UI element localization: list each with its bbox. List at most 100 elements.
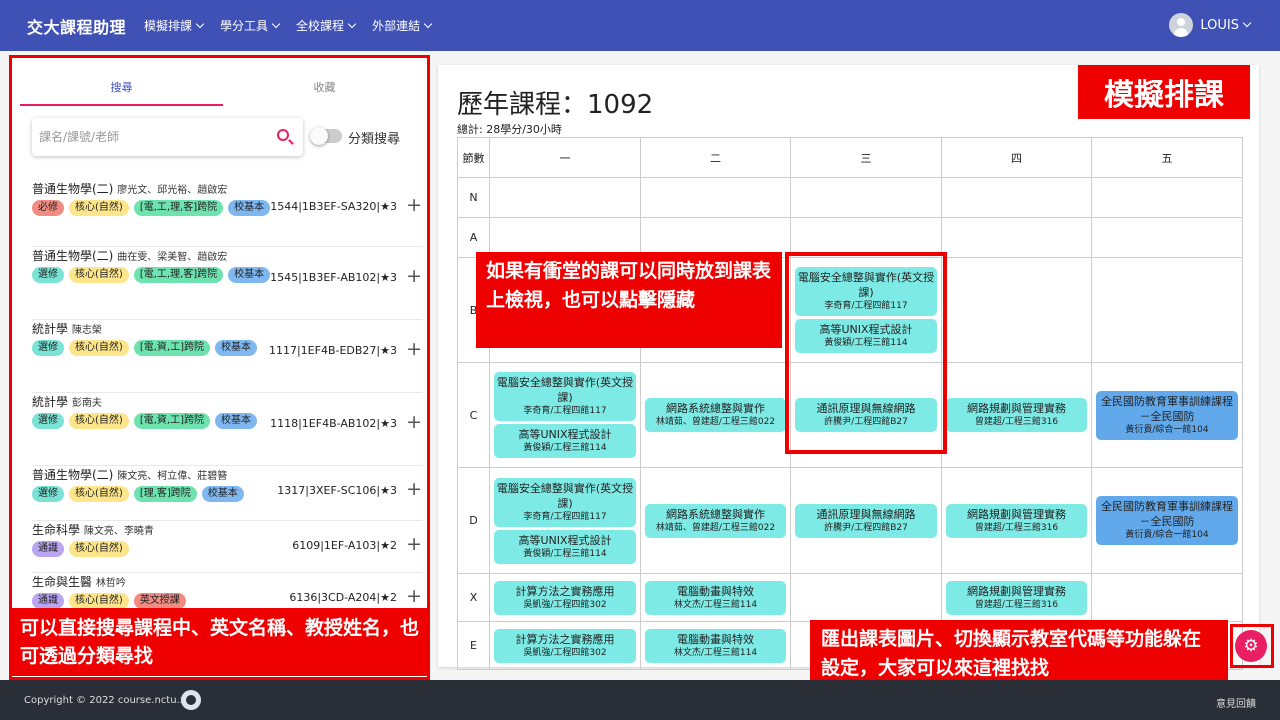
- course-block[interactable]: 通訊原理與無線網路 許騰尹/工程四館B27: [795, 503, 937, 538]
- course-teachers: 曲在雯、梁美智、趙啟宏: [117, 252, 228, 263]
- course-tags: 必修 核心(自然) [電,工,理,客]跨院 校基本: [32, 200, 282, 219]
- course-tag-chip: 核心(自然): [69, 267, 129, 283]
- course-list-item[interactable]: 普通生物學(二) 曲在雯、梁美智、趙啟宏 選修 核心(自然) [電,工,理,客]跨院校…: [32, 247, 422, 320]
- course-block-name: 高等UNIX程式設計: [518, 428, 612, 441]
- conflict-highlight-box: [785, 252, 947, 454]
- timetable-cell: 網路系統總整與實作 林靖茹、曾建超/工程三館022: [640, 467, 791, 574]
- course-teachers: 彭南夫: [71, 398, 102, 409]
- course-block-location: 曾建超/工程三館316: [974, 522, 1059, 533]
- course-teachers: 陳志榮: [71, 325, 102, 336]
- course-block-name: 網路系統總整與實作: [666, 402, 765, 415]
- callout-title: 模擬排課: [1078, 65, 1250, 119]
- course-tag-chip: 核心(自然): [69, 486, 129, 502]
- nav-item-0[interactable]: 模擬排課: [144, 17, 205, 34]
- schedule-title: 歷年課程：1092: [457, 90, 654, 120]
- timetable-cell: [941, 217, 1092, 258]
- course-block[interactable]: 電腦安全總整與實作(英文授課) 李奇育/工程四館117: [494, 477, 636, 527]
- course-tags: 選修 核心(自然) [電,資,工]跨院 校基本: [32, 413, 282, 432]
- search-icon[interactable]: [277, 129, 289, 141]
- course-block[interactable]: 網路規劃與管理實務 曾建超/工程三館316: [946, 503, 1087, 538]
- category-search-toggle[interactable]: [310, 127, 342, 145]
- add-course-icon[interactable]: +: [406, 413, 422, 432]
- course-block[interactable]: 電腦動畫與特效 林文杰/工程三館114: [645, 580, 786, 615]
- github-icon[interactable]: [181, 690, 201, 710]
- course-block[interactable]: 計算方法之實務應用 吳凱強/工程四館302: [494, 580, 636, 615]
- course-block-name: 網路規劃與管理實務: [967, 584, 1066, 598]
- course-block[interactable]: 電腦安全總整與實作(英文授課) 李奇育/工程四館117: [494, 372, 636, 421]
- period-header: 節數: [457, 137, 490, 178]
- course-code-info: 6136|3CD-A204|★2: [289, 591, 397, 604]
- course-list-item[interactable]: 生命科學 陳文亮、李曉青 通識 核心(自然) 6109|1EF-A103|★2 +: [32, 521, 422, 573]
- course-block[interactable]: 網路規劃與管理實務 曾建超/工程三館316: [946, 398, 1087, 432]
- tab-search[interactable]: 搜尋: [20, 70, 223, 106]
- add-course-icon[interactable]: +: [406, 267, 422, 286]
- course-teachers: 陳文亮、李曉青: [83, 526, 154, 537]
- feedback-link[interactable]: 意見回饋: [1216, 695, 1256, 710]
- course-title: 生命科學 陳文亮、李曉青: [32, 521, 422, 538]
- course-tag-chip: [電,工,理,客]跨院: [133, 200, 224, 216]
- timetable-cell: [1091, 177, 1243, 218]
- course-block-name: 網路系統總整與實作: [666, 507, 765, 521]
- course-block[interactable]: 高等UNIX程式設計 黃俊穎/工程三館114: [494, 529, 636, 564]
- course-block-name: 電腦動畫與特效: [677, 584, 754, 598]
- tab-favorites[interactable]: 收藏: [223, 70, 426, 106]
- course-list-item[interactable]: 普通生物學(二) 陳文亮、柯立偉、莊碧簪 選修 核心(自然) [理,客]跨院 校基本 13…: [32, 466, 422, 521]
- course-block-location: 吳凱強/工程四館302: [523, 647, 607, 658]
- course-name: 生命科學: [32, 523, 81, 537]
- nav-item-3[interactable]: 外部連結: [372, 17, 433, 34]
- chevron-down-icon: [195, 19, 205, 28]
- course-tags: 通識 核心(自然): [32, 541, 282, 560]
- settings-button[interactable]: ⚙: [1235, 630, 1267, 662]
- timetable-cell: [941, 177, 1092, 218]
- course-list-item[interactable]: 統計學 彭南夫 選修 核心(自然) [電,資,工]跨院 校基本 1118|1EF4B-AB…: [32, 393, 422, 466]
- course-tags: 選修 核心(自然) [理,客]跨院 校基本: [32, 486, 282, 505]
- add-course-icon[interactable]: +: [406, 535, 422, 554]
- app-brand[interactable]: 交大課程助理: [27, 14, 126, 38]
- course-block[interactable]: 全民國防教育軍事訓練課程－全民國防 黃衍貴/綜合一館104: [1096, 496, 1238, 545]
- course-tag-chip: 選修: [32, 340, 64, 356]
- course-block-location: 林靖茹、曾建超/工程三館022: [655, 522, 776, 533]
- nav-item-1[interactable]: 學分工具: [220, 17, 281, 34]
- chevron-down-icon: [1242, 18, 1252, 28]
- course-block-location: 黃俊穎/工程三館114: [523, 548, 607, 559]
- course-block[interactable]: 網路規劃與管理實務 曾建超/工程三館316: [946, 580, 1087, 615]
- course-block[interactable]: 全民國防教育軍事訓練課程－全民國防 黃衍貴/綜合一館104: [1096, 390, 1238, 440]
- course-block[interactable]: 網路系統總整與實作 林靖茹、曾建超/工程三館022: [645, 398, 786, 432]
- course-code-info: 1545|1B3EF-AB102|★3: [270, 271, 397, 284]
- add-course-icon[interactable]: +: [406, 587, 422, 606]
- chevron-down-icon: [347, 19, 357, 28]
- course-tag-chip: 選修: [32, 486, 64, 502]
- course-block-name: 網路規劃與管理實務: [967, 507, 1066, 521]
- course-block[interactable]: 計算方法之實務應用 吳凱強/工程四館302: [494, 628, 636, 663]
- course-title: 普通生物學(二) 曲在雯、梁美智、趙啟宏: [32, 247, 422, 264]
- course-list-item[interactable]: 普通生物學(二) 廖光文、邱光裕、趙啟宏 必修 核心(自然) [電,工,理,客]跨院校…: [32, 180, 422, 247]
- timetable-row: D 電腦安全總整與實作(英文授課) 李奇育/工程四館117 高等UNIX程式設計 黃俊穎…: [457, 467, 1243, 574]
- course-name: 生命與生醫: [32, 575, 93, 589]
- weekday-header: 一: [489, 137, 641, 178]
- top-app-bar: 交大課程助理 模擬排課 學分工具 全校課程 外部連結 LOUIS: [0, 0, 1280, 51]
- add-course-icon[interactable]: +: [406, 480, 422, 499]
- course-tag-chip: 通識: [32, 541, 64, 557]
- course-code-info: 6109|1EF-A103|★2: [292, 539, 397, 552]
- course-block[interactable]: 高等UNIX程式設計 黃俊穎/工程三館114: [494, 424, 636, 458]
- course-list-item[interactable]: 統計學 陳志榮 選修 核心(自然) [電,資,工]跨院 校基本 1117|1EF4B-ED…: [32, 320, 422, 393]
- course-tag-chip: 核心(自然): [69, 593, 129, 609]
- period-label: D: [457, 467, 490, 574]
- search-input[interactable]: [32, 118, 257, 156]
- nav-item-2[interactable]: 全校課程: [296, 17, 357, 34]
- timetable-cell: [1091, 217, 1243, 258]
- course-tags: 選修 核心(自然) [電,工,理,客]跨院 校基本: [32, 267, 282, 286]
- main-nav: 模擬排課 學分工具 全校課程 外部連結: [144, 17, 448, 34]
- course-block-location: 黃俊穎/工程三館114: [523, 443, 607, 453]
- period-label: E: [457, 621, 490, 670]
- add-course-icon[interactable]: +: [406, 340, 422, 359]
- course-block[interactable]: 網路系統總整與實作 林靖茹、曾建超/工程三館022: [645, 503, 786, 538]
- add-course-icon[interactable]: +: [406, 196, 422, 215]
- course-block[interactable]: 電腦動畫與特效 林文杰/工程三館114: [645, 628, 786, 663]
- panel-tabs: 搜尋 收藏: [20, 70, 426, 106]
- category-search-label: 分類搜尋: [348, 132, 401, 147]
- user-menu[interactable]: LOUIS: [1169, 13, 1252, 37]
- course-name: 普通生物學(二): [32, 249, 114, 263]
- course-title: 普通生物學(二) 廖光文、邱光裕、趙啟宏: [32, 180, 422, 197]
- course-tag-chip: 核心(自然): [69, 340, 129, 356]
